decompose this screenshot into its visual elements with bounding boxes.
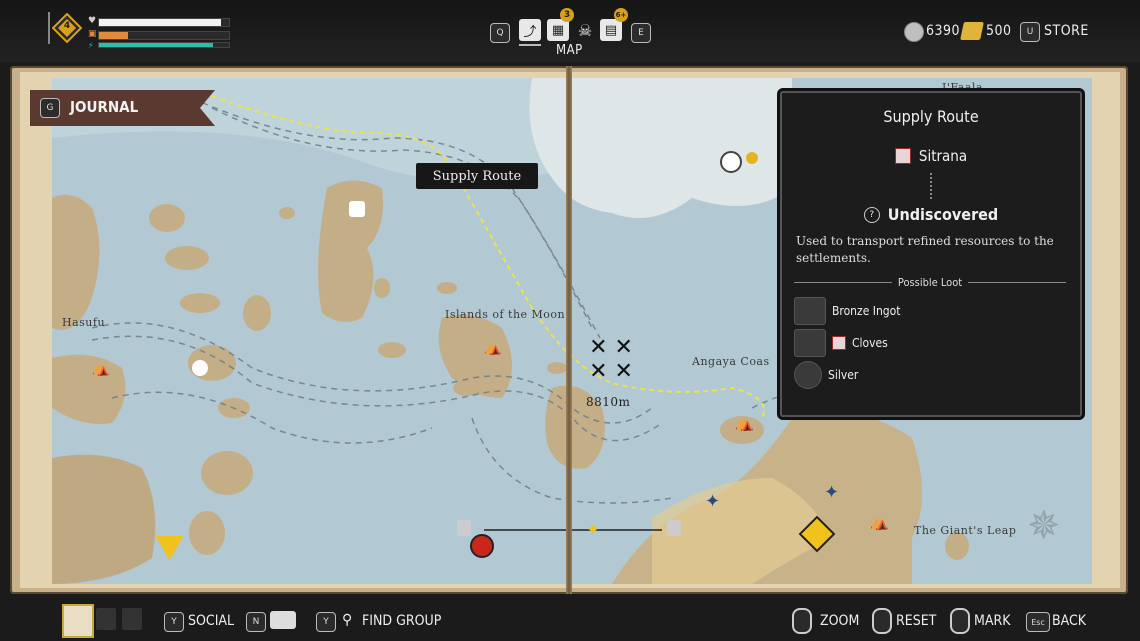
stamina-bar-fill (99, 32, 128, 39)
reset-label[interactable]: RESET (896, 613, 936, 629)
loot-header-row: Possible Loot (794, 276, 1067, 289)
label-giants-leap: The Giant's Leap (914, 524, 1017, 537)
book-spine (566, 66, 572, 594)
loot-item[interactable]: Bronze Ingot (794, 297, 901, 325)
faction-emblem-icon (894, 148, 911, 164)
n-key[interactable]: N (246, 612, 266, 632)
zoom-mouse-icon (792, 608, 812, 634)
emblem-divider (48, 12, 50, 44)
faction-name: Sitrana (918, 147, 968, 165)
loot-item-label: Silver (828, 368, 859, 382)
label-angaya: Angaya Coas (692, 355, 770, 368)
journal-button[interactable]: G JOURNAL (30, 88, 215, 128)
gold-amount: 500 (986, 23, 1012, 39)
loot-header-line-left (794, 282, 892, 283)
party-slot-icon[interactable] (122, 608, 142, 630)
panel-title: Supply Route (883, 107, 979, 126)
party-slot-icon[interactable] (96, 608, 116, 630)
map-icon[interactable]: ▦ (547, 19, 569, 41)
journal-book-icon[interactable]: ▤ (600, 19, 622, 41)
faction-emblem-icon (832, 336, 846, 350)
settlement-marker-icon[interactable]: ⛺ (92, 361, 114, 377)
player-avatar[interactable] (62, 604, 94, 638)
compass-rose-icon: ✵ (1027, 503, 1061, 549)
waypoint-star-icon[interactable]: ✦ (705, 491, 721, 512)
stamina-bar (98, 31, 230, 40)
map-tooltip: Supply Route (416, 163, 538, 189)
social-label[interactable]: SOCIAL (188, 613, 234, 629)
stamina-icon: ▣ (88, 29, 97, 39)
route-node-right-icon[interactable] (667, 520, 681, 536)
store-key[interactable]: U (1020, 22, 1040, 42)
faction-row: Sitrana (782, 147, 1080, 165)
label-islands-moon: Islands of the Moon (445, 308, 566, 321)
health-bar (98, 18, 230, 27)
back-label[interactable]: BACK (1052, 613, 1086, 629)
tab-active-underline (519, 44, 541, 46)
zoom-label[interactable]: ZOOM (820, 613, 859, 629)
silver-icon (794, 361, 822, 389)
next-tab-key[interactable]: E (631, 23, 651, 43)
settlement-marker-icon[interactable]: ⛺ (870, 513, 892, 531)
combat-zone-icon[interactable]: ✕ ✕ ✕ ✕ (584, 336, 638, 386)
cloves-icon (794, 329, 826, 357)
search-icon: ⚲ (342, 612, 353, 628)
settlement-marker-icon[interactable]: ⛺ (484, 340, 506, 356)
crew-icon[interactable]: ☠ (574, 19, 596, 41)
energy-icon: ⚡ (88, 41, 94, 50)
loot-header-line-right (968, 282, 1067, 283)
findgroup-label[interactable]: FIND GROUP (362, 613, 441, 629)
energy-bar-fill (99, 43, 214, 47)
status-row: ? Undiscovered (782, 205, 1080, 224)
waypoint-star-icon[interactable]: ✦ (824, 482, 840, 503)
route-node-left-icon[interactable] (457, 520, 471, 536)
top-hud: 4 ♥ ▣ ⚡ Q ⤴ ▦ 3 ☠ ▤ 6+ E MAP 6390 500 U … (0, 0, 1140, 62)
store-label[interactable]: STORE (1044, 23, 1089, 39)
settlement-marker-icon[interactable] (349, 201, 365, 217)
label-hasufu: Hasufu (62, 316, 106, 329)
level-number: 4 (63, 21, 71, 31)
reset-mouse-icon (872, 608, 892, 634)
danger-marker-icon[interactable] (470, 534, 494, 558)
loot-item-label: Cloves (852, 336, 888, 350)
journal-badge: 6+ (614, 8, 628, 22)
prev-tab-key[interactable]: Q (490, 23, 510, 43)
question-icon: ? (863, 206, 880, 223)
bottom-hud: Y SOCIAL N Y ⚲ FIND GROUP ZOOM RESET MAR… (0, 600, 1140, 641)
journal-label: JOURNAL (70, 98, 139, 116)
panel-dotted-divider (930, 173, 934, 199)
health-icon: ♥ (88, 16, 97, 26)
level-emblem: 4 (51, 12, 83, 44)
social-key[interactable]: Y (164, 612, 184, 632)
mark-mouse-icon (950, 608, 970, 634)
settlement-marker-icon[interactable]: ⛺ (735, 414, 757, 432)
panel-description: Used to transport refined resources to t… (796, 234, 1054, 265)
silver-amount: 6390 (926, 23, 961, 39)
journal-key[interactable]: G (40, 98, 60, 118)
findgroup-key[interactable]: Y (316, 612, 336, 632)
status-text: Undiscovered (887, 205, 999, 224)
back-key[interactable]: Esc (1026, 612, 1050, 632)
energy-bar (98, 42, 230, 48)
loot-item-label: Bronze Ingot (832, 304, 901, 318)
fog-point-icon[interactable] (720, 151, 742, 173)
outpost-marker-icon[interactable] (192, 360, 208, 376)
supply-route-panel: Supply Route Sitrana ? Undiscovered Used… (780, 91, 1082, 417)
waypoint-icon[interactable]: ⤴ (519, 19, 541, 41)
loot-header: Possible Loot (897, 276, 963, 289)
quest-dot-icon[interactable] (746, 152, 758, 164)
chat-icon[interactable] (270, 611, 296, 629)
bronze-ingot-icon (794, 297, 826, 325)
gold-ingot-icon (960, 22, 984, 40)
loot-item[interactable]: Silver (794, 361, 859, 389)
mark-label[interactable]: MARK (974, 613, 1011, 629)
health-bar-fill (99, 19, 222, 26)
silver-coin-icon (904, 22, 924, 42)
map-badge: 3 (560, 8, 574, 22)
current-tab-label: MAP (556, 43, 583, 58)
label-distance: 8810m (586, 395, 631, 409)
loot-item[interactable]: Cloves (794, 329, 888, 357)
